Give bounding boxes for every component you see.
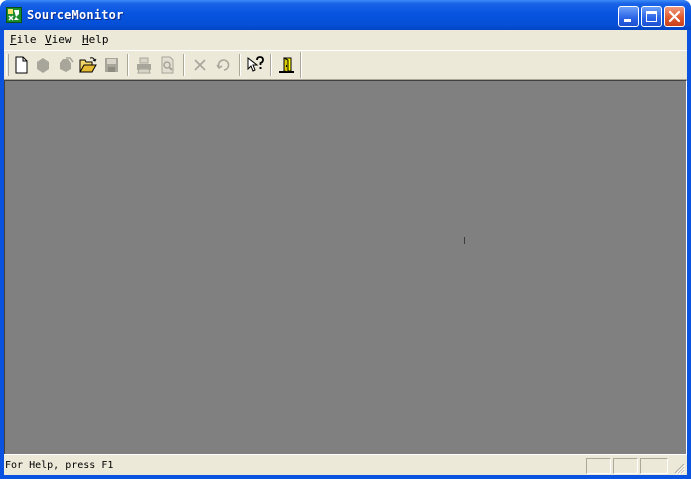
mdi-workspace[interactable]: [4, 80, 687, 454]
title-bar[interactable]: SourceMonitor: [0, 0, 691, 30]
sourcemonitor-app-icon[interactable]: [6, 7, 22, 23]
toolbar-separator: [270, 54, 272, 76]
resize-grip-icon[interactable]: [673, 462, 685, 474]
print-icon: [137, 57, 151, 74]
status-panel-num: [613, 458, 638, 474]
status-bar: For Help, press F1: [4, 454, 687, 475]
refresh-icon: [216, 59, 230, 71]
window-frame-bottom[interactable]: [0, 475, 691, 479]
new-icon: [15, 56, 28, 74]
print-preview-button[interactable]: [156, 54, 178, 76]
new-button[interactable]: [10, 54, 32, 76]
window-title: SourceMonitor: [27, 8, 124, 22]
open-folder-icon: [79, 57, 97, 73]
menu-file[interactable]: File: [10, 33, 37, 46]
exit-door-icon: [279, 57, 294, 73]
checkpoint-button[interactable]: [32, 54, 54, 76]
maximize-button[interactable]: [641, 6, 662, 27]
menu-bar: File View Help: [4, 30, 687, 50]
print-button[interactable]: [133, 54, 155, 76]
toolbar-grip[interactable]: [6, 54, 9, 76]
checkpoint-icon: [37, 58, 49, 73]
toolbar-separator: [183, 54, 185, 76]
menu-help[interactable]: Help: [82, 33, 109, 46]
toolbar: [4, 50, 687, 80]
close-icon: [668, 10, 681, 23]
toolbar-end-edge: [300, 52, 302, 78]
context-help-button[interactable]: [244, 54, 266, 76]
open-button[interactable]: [77, 54, 99, 76]
minimize-button[interactable]: [618, 6, 639, 27]
context-help-icon: [247, 56, 264, 72]
client-area: File View Help For Help, press F1: [4, 30, 687, 475]
status-panel-caps: [586, 458, 611, 474]
print-preview-icon: [161, 56, 174, 74]
save-icon: [105, 58, 118, 72]
exit-button[interactable]: [275, 54, 297, 76]
maximize-icon: [646, 11, 657, 22]
status-panel-scrl: [640, 458, 668, 474]
checkpoints-button[interactable]: [54, 54, 76, 76]
delete-button[interactable]: [189, 54, 211, 76]
application-window: SourceMonitor File View Help For Help, p…: [0, 0, 691, 479]
minimize-icon: [624, 19, 631, 22]
status-message: For Help, press F1: [5, 460, 114, 471]
delete-icon: [194, 59, 206, 71]
checkpoints-icon: [60, 57, 74, 72]
toolbar-separator: [239, 54, 241, 76]
close-button[interactable]: [664, 6, 685, 27]
menu-view[interactable]: View: [45, 33, 72, 46]
save-button[interactable]: [100, 54, 122, 76]
text-cursor: [464, 237, 465, 244]
toolbar-separator: [127, 54, 129, 76]
refresh-button[interactable]: [212, 54, 234, 76]
